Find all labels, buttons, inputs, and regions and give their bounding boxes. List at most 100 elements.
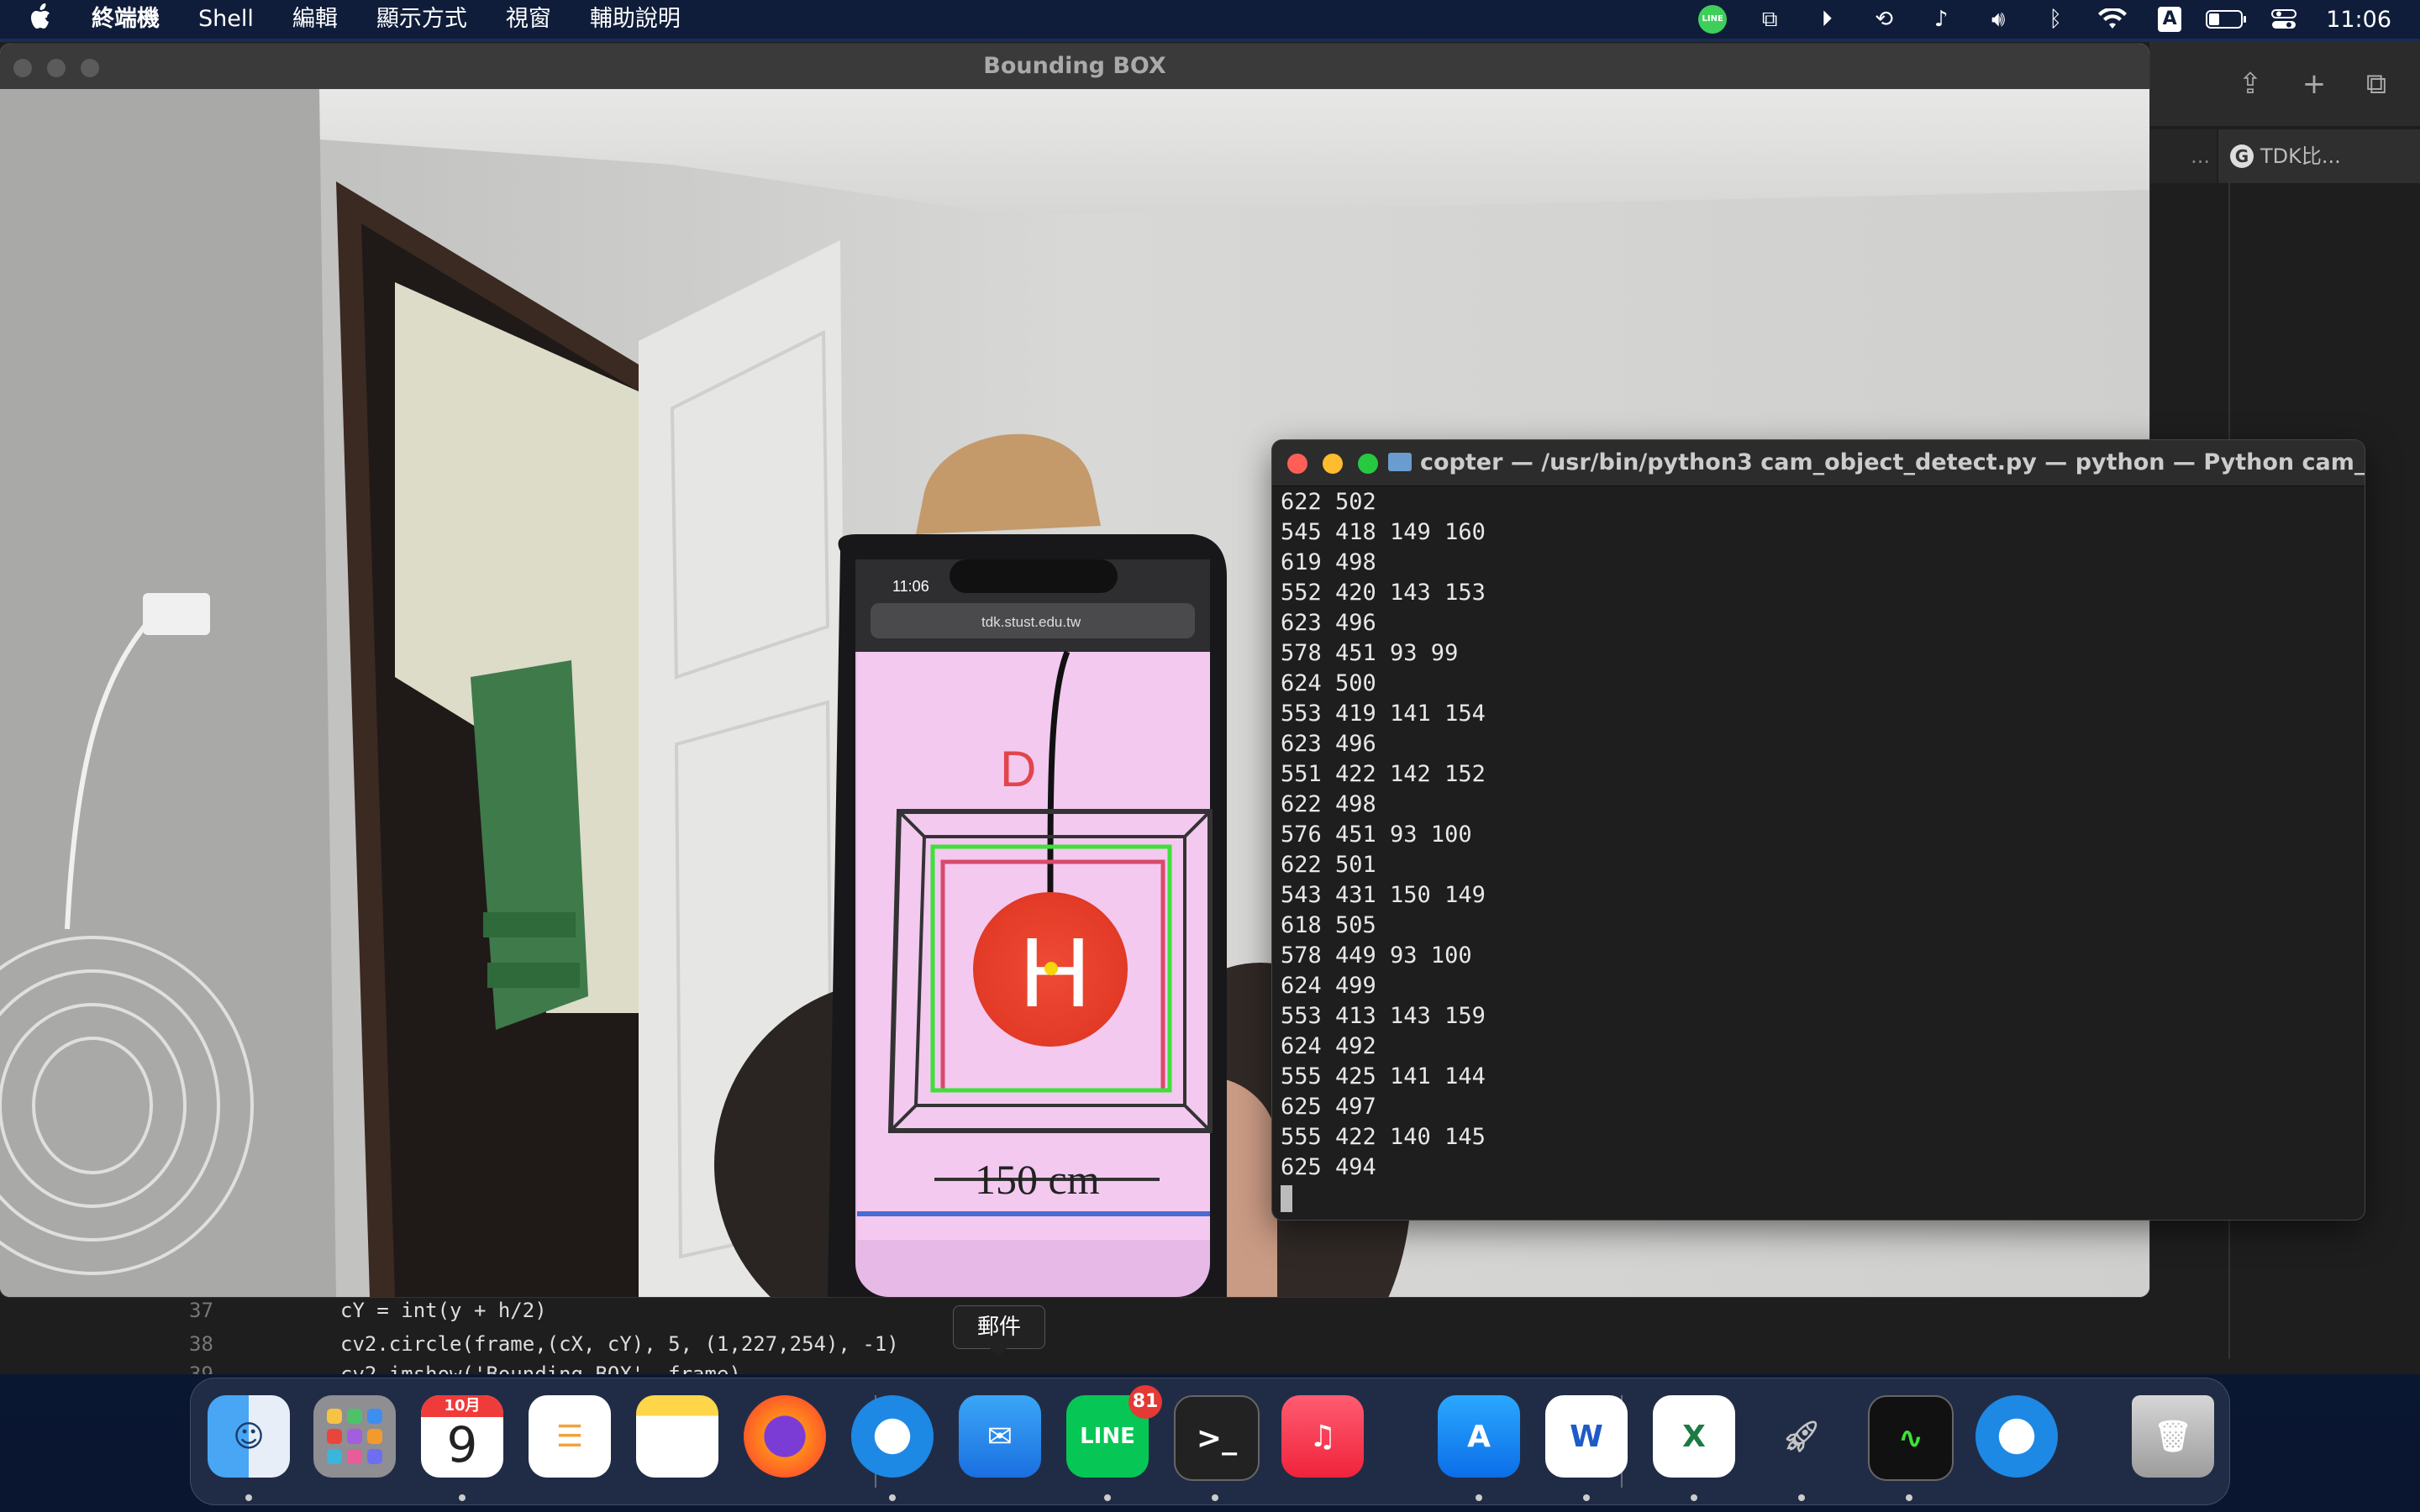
terminal-line: 543 431 150 149 (1281, 882, 1486, 908)
terminal-line: 624 500 (1281, 670, 1376, 696)
terminal-window[interactable]: copter — /usr/bin/python3 cam_object_det… (1272, 440, 2365, 1220)
terminal-line: 545 418 149 160 (1281, 519, 1486, 545)
apple-menu-icon[interactable] (0, 3, 72, 36)
terminal-line: 619 498 (1281, 549, 1376, 575)
background-window-toolbar: ⇪ + ⧉ (2149, 42, 2420, 126)
calendar-day: 9 (446, 1416, 478, 1473)
terminal-line: 618 505 (1281, 912, 1376, 938)
folder-icon (1388, 453, 1412, 471)
line-number: 38 (189, 1332, 213, 1356)
python-rocket-icon[interactable]: 🚀︎ (1760, 1395, 1843, 1478)
word-icon[interactable]: W (1545, 1395, 1628, 1478)
battery-icon[interactable] (2198, 0, 2255, 39)
volume-icon[interactable]: 🔊︎ (1970, 0, 2027, 39)
code-line: cv2.imshow('Bounding BOX', frame) (340, 1362, 741, 1374)
running-indicator (245, 1494, 252, 1501)
running-indicator (1691, 1494, 1697, 1501)
trash-icon[interactable]: 🗑︎ (2132, 1395, 2214, 1478)
line-number: 39 (189, 1362, 213, 1374)
control-center-icon[interactable] (2255, 0, 2312, 39)
reminders-icon[interactable]: ☰ (529, 1395, 611, 1478)
input-source-icon[interactable]: A (2141, 0, 2198, 39)
launchpad-icon[interactable] (313, 1395, 396, 1478)
screen-mirror-icon[interactable]: ⧉ (1741, 0, 1798, 39)
terminal-title: copter — /usr/bin/python3 cam_object_det… (1420, 449, 2365, 475)
time-machine-icon[interactable]: ⟲ (1855, 0, 1912, 39)
finder-icon[interactable]: ☺ (208, 1395, 290, 1478)
phone: 11:06 tdk.stust.edu.tw D H 150 cm (828, 534, 1227, 1297)
share-icon[interactable]: ⇪ (2233, 67, 2267, 101)
phone-status-time: 11:06 (892, 578, 929, 595)
menu-edit[interactable]: 編輯 (273, 0, 357, 39)
menu-bar: 終端機 Shell 編輯 顯示方式 視窗 輔助說明 LINE ⧉ ⏵ ⟲ ♪ 🔊… (0, 0, 2420, 39)
safari-icon[interactable]: ✦ (851, 1395, 934, 1478)
minimize-button[interactable] (47, 59, 66, 77)
zoom-button[interactable] (81, 59, 99, 77)
notification-badge: 81 (1128, 1385, 1162, 1419)
code-line: cY = int(y + h/2) (340, 1299, 547, 1322)
line-status-icon[interactable]: LINE (1684, 0, 1741, 39)
firefox-icon[interactable] (744, 1395, 826, 1478)
app-store-icon[interactable]: A (1438, 1395, 1520, 1478)
running-indicator (889, 1494, 896, 1501)
app-menu[interactable]: 終端機 (72, 0, 179, 39)
code-editor[interactable]: 37 cY = int(y + h/2) 38 cv2.circle(frame… (189, 1290, 2206, 1374)
terminal-line: 553 419 141 154 (1281, 701, 1486, 727)
google-icon: G (2230, 144, 2254, 168)
tooltip-arrow (988, 1347, 1008, 1357)
terminal-line: 622 498 (1281, 791, 1376, 817)
play-icon[interactable]: ⏵ (1798, 0, 1855, 39)
mail-icon[interactable]: ✉ (959, 1395, 1041, 1478)
running-indicator (1476, 1494, 1482, 1501)
code-line: cv2.circle(frame,(cX, cY), 5, (1,227,254… (340, 1332, 899, 1356)
music-icon[interactable]: ♫ (1281, 1395, 1364, 1478)
terminal-line: 624 492 (1281, 1033, 1376, 1059)
menu-help[interactable]: 輔助說明 (571, 0, 700, 39)
terminal-line: 622 502 (1281, 489, 1376, 515)
running-indicator (1583, 1494, 1590, 1501)
music-note-icon[interactable]: ♪ (1912, 0, 1970, 39)
calendar-icon[interactable]: 10月 9 (421, 1395, 503, 1478)
tab-partial-label: ... (2191, 144, 2210, 168)
terminal-line: 578 449 93 100 (1281, 942, 1472, 969)
center-dot (1044, 962, 1058, 975)
terminal-line: 553 413 143 159 (1281, 1003, 1486, 1029)
terminal-line: 625 497 (1281, 1094, 1376, 1120)
zoom-button[interactable] (1358, 454, 1378, 474)
menu-view[interactable]: 顯示方式 (357, 0, 487, 39)
running-indicator (1798, 1494, 1805, 1501)
terminal-titlebar[interactable]: copter — /usr/bin/python3 cam_object_det… (1272, 440, 2365, 486)
browser-tab-partial[interactable]: ... (2149, 129, 2217, 183)
terminal-line: 622 501 (1281, 852, 1376, 878)
excel-icon[interactable]: X (1653, 1395, 1735, 1478)
terminal-icon[interactable]: >_ (1174, 1395, 1260, 1481)
menu-clock[interactable]: 11:06 (2312, 7, 2420, 33)
terminal-line: 623 496 (1281, 731, 1376, 757)
tab-overview-icon[interactable]: ⧉ (2360, 67, 2393, 101)
menu-window[interactable]: 視窗 (487, 0, 571, 39)
running-indicator (1104, 1494, 1111, 1501)
browser-tab-tdk[interactable]: G TDK比... (2218, 129, 2420, 183)
terminal-line: 578 451 93 99 (1281, 640, 1459, 666)
minimize-button[interactable] (1323, 454, 1343, 474)
terminal-cursor (1281, 1184, 1292, 1212)
wifi-icon[interactable] (2084, 0, 2141, 39)
menu-shell[interactable]: Shell (179, 0, 273, 39)
terminal-line: 623 496 (1281, 610, 1376, 636)
line-number: 37 (189, 1299, 213, 1322)
dimension-label: 150 cm (975, 1156, 1100, 1203)
terminal-line: 551 422 142 152 (1281, 761, 1486, 787)
tab-label: TDK比... (2260, 144, 2341, 168)
dock: ☺ 10月 9 ☰ ✦ ✉ LINE 81 >_ ♫ A W X 🚀︎ ∿ ✦ 🗑︎ (190, 1378, 2230, 1505)
add-tab-icon[interactable]: + (2297, 67, 2331, 101)
notes-icon[interactable] (636, 1395, 718, 1478)
activity-monitor-icon[interactable]: ∿ (1868, 1395, 1954, 1481)
running-indicator (1212, 1494, 1218, 1501)
safari-iphone-icon[interactable]: ✦ (1975, 1395, 2058, 1478)
close-button[interactable] (13, 59, 32, 77)
terminal-line: 576 451 93 100 (1281, 822, 1472, 848)
terminal-output[interactable]: 622 502 545 418 149 160 619 498 552 420 143… (1281, 487, 1486, 1213)
bluetooth-icon[interactable]: ᛒ (2027, 0, 2084, 39)
close-button[interactable] (1287, 454, 1307, 474)
window-titlebar[interactable]: Bounding BOX (0, 44, 2149, 89)
